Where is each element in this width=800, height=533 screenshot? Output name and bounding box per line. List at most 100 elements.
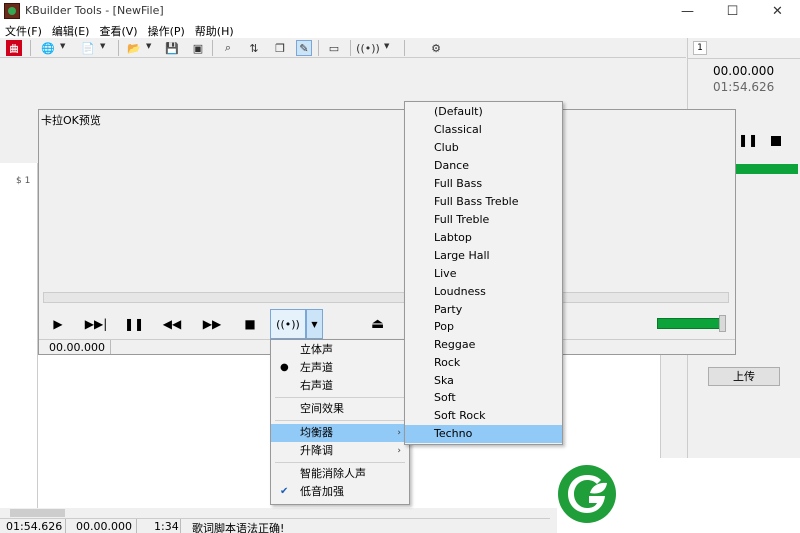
menu-item-equalizer[interactable]: 均衡器 › [271,424,409,442]
play-button[interactable]: ▶ [46,316,70,332]
lyrics-display [39,128,735,290]
status-total-time: 01:54.626 [6,520,63,533]
copy-icon[interactable]: ❐ [272,40,288,56]
menu-item-spatial-effect[interactable]: 空间效果 [271,400,409,418]
horizontal-scrollbar[interactable] [0,508,550,518]
menu-help[interactable]: 帮助(H) [190,22,239,38]
menu-item-label: 空间效果 [300,402,344,415]
karaoke-time: 00.00.000 [49,341,105,354]
close-button[interactable]: ✕ [755,0,800,22]
settings-icon[interactable]: ⚙ [428,40,444,56]
scrollbar-thumb[interactable] [10,509,65,517]
eject-button[interactable]: ⏏ [371,316,384,332]
menu-operation[interactable]: 操作(P) [143,22,190,38]
menu-separator [275,420,405,421]
stop-icon[interactable] [771,136,781,146]
eq-item-large-hall[interactable]: Large Hall [405,247,562,265]
eq-item-classical[interactable]: Classical [405,121,562,139]
menu-item-label: 立体声 [300,343,333,356]
menu-item-vocal-remove[interactable]: 智能消除人声 [271,465,409,483]
menu-item-bass-boost[interactable]: ✔ 低音加强 [271,483,409,501]
eq-item-full-treble[interactable]: Full Treble [405,211,562,229]
panel-tab-number[interactable]: 1 [693,41,707,55]
radio-bullet-icon: ● [280,362,289,373]
level-meter [734,164,798,174]
pause-button[interactable]: ❚❚ [122,316,146,332]
eq-item-party[interactable]: Party [405,301,562,319]
brand-logo-icon [558,465,616,523]
menu-item-left-channel[interactable]: ● 左声道 [271,359,409,377]
eq-item-live[interactable]: Live [405,265,562,283]
status-line: 1:34 [154,520,179,533]
eq-item-default[interactable]: (Default) [405,103,562,121]
minimize-button[interactable]: — [665,0,710,22]
chip-icon[interactable]: ▣ [190,40,206,56]
open-folder-icon[interactable]: 📂 [126,40,142,56]
menu-item-label: 右声道 [300,379,333,392]
eq-item-techno[interactable]: Techno [405,425,562,443]
eq-item-loudness[interactable]: Loudness [405,283,562,301]
toolbar-separator [212,40,213,56]
chevron-down-icon[interactable]: ▼ [100,42,105,50]
editor-header-area [0,59,686,109]
fast-forward-button[interactable]: ▶▶ [200,316,224,332]
toolbar: 曲 🌐 ▼ 📄 ▼ 📂 ▼ 💾 ▣ ⌕ ⇅ ❐ ✎ ▭ ((•)) ▼ ⚙ [0,38,686,58]
status-separator [136,519,137,533]
save-icon[interactable]: 💾 [164,40,180,56]
volume-bar[interactable] [657,318,720,329]
chevron-down-icon[interactable]: ▼ [146,42,151,50]
menu-item-stereo[interactable]: 立体声 [271,341,409,359]
rewind-button[interactable]: ◀◀ [160,316,184,332]
audio-signal-icon[interactable]: ((•)) [356,40,380,56]
menu-item-label: 智能消除人声 [300,467,366,480]
menu-file[interactable]: 文件(F) [0,22,47,38]
new-file-icon[interactable]: 📄 [80,40,96,56]
title-bar: KBuilder Tools - [NewFile] — ☐ ✕ [0,0,800,22]
eq-item-full-bass-treble[interactable]: Full Bass Treble [405,193,562,211]
stop-button[interactable]: ■ [238,316,262,332]
eq-item-soft-rock[interactable]: Soft Rock [405,407,562,425]
chevron-down-icon[interactable]: ▼ [306,309,323,339]
menu-edit[interactable]: 编辑(E) [47,22,95,38]
eq-item-dance[interactable]: Dance [405,157,562,175]
next-track-button[interactable]: ▶▶| [84,316,108,332]
monitor-icon[interactable]: ▭ [326,40,342,56]
karaoke-window-title: 卡拉OK预览 [41,114,101,127]
menu-item-label: 低音加强 [300,485,344,498]
menu-separator [275,462,405,463]
eq-item-labtop[interactable]: Labtop [405,229,562,247]
volume-slider-thumb[interactable] [719,315,726,332]
maximize-button[interactable]: ☐ [710,0,755,22]
menu-item-right-channel[interactable]: 右声道 [271,377,409,395]
toolbar-separator [404,40,405,56]
playback-progress-bar[interactable] [43,292,729,303]
eq-item-full-bass[interactable]: Full Bass [405,175,562,193]
menu-item-label: 升降调 [300,444,333,457]
toolbar-separator [318,40,319,56]
upload-button[interactable]: 上传 [708,367,780,386]
eq-item-club[interactable]: Club [405,139,562,157]
toolbar-separator [30,40,31,56]
binoculars-icon[interactable]: ⌕ [220,40,236,56]
menu-view[interactable]: 查看(V) [94,22,142,38]
karaoke-app-button[interactable]: 曲 [6,40,22,56]
menu-item-pitch[interactable]: 升降调 › [271,442,409,460]
eq-item-rock[interactable]: Rock [405,354,562,372]
audio-effects-button[interactable]: ((•)) [270,309,306,339]
timing-tool-icon[interactable]: ✎ [296,40,312,56]
pause-icon[interactable]: ❚❚ [738,133,758,147]
globe-icon[interactable]: 🌐 [40,40,56,56]
eq-item-reggae[interactable]: Reggae [405,336,562,354]
chevron-down-icon[interactable]: ▼ [384,42,389,50]
panel-divider [687,58,800,59]
sort-icon[interactable]: ⇅ [246,40,262,56]
eq-item-soft[interactable]: Soft [405,389,562,407]
menu-item-label: 均衡器 [300,426,333,439]
chevron-down-icon[interactable]: ▼ [60,42,65,50]
eq-item-pop[interactable]: Pop [405,318,562,336]
status-separator [110,340,111,354]
checkmark-icon: ✔ [280,486,289,497]
eq-item-ska[interactable]: Ska [405,372,562,390]
menu-item-label: 左声道 [300,361,333,374]
menu-separator [275,397,405,398]
